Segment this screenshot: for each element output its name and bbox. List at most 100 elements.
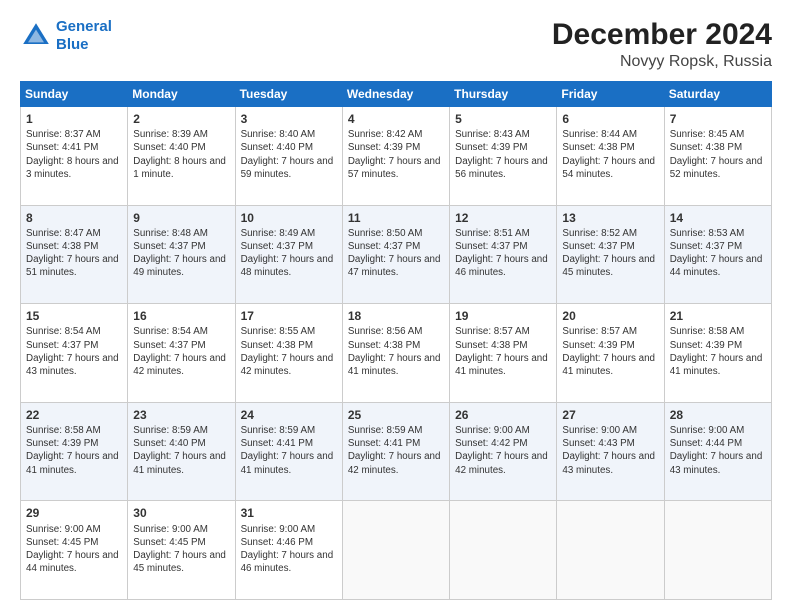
subtitle: Novyy Ropsk, Russia bbox=[552, 53, 772, 71]
calendar-cell: 8Sunrise: 8:47 AM Sunset: 4:38 PM Daylig… bbox=[21, 205, 128, 304]
day-number: 30 bbox=[133, 505, 229, 521]
day-number: 1 bbox=[26, 111, 122, 127]
day-number: 31 bbox=[241, 505, 337, 521]
title-block: December 2024 Novyy Ropsk, Russia bbox=[552, 18, 772, 71]
day-header-saturday: Saturday bbox=[664, 82, 771, 107]
calendar-week-row: 1Sunrise: 8:37 AM Sunset: 4:41 PM Daylig… bbox=[21, 107, 772, 206]
cell-details: Sunrise: 8:58 AM Sunset: 4:39 PM Dayligh… bbox=[26, 424, 122, 477]
calendar-cell: 9Sunrise: 8:48 AM Sunset: 4:37 PM Daylig… bbox=[128, 205, 235, 304]
day-header-wednesday: Wednesday bbox=[342, 82, 449, 107]
cell-details: Sunrise: 8:59 AM Sunset: 4:40 PM Dayligh… bbox=[133, 424, 229, 477]
day-number: 9 bbox=[133, 210, 229, 226]
day-number: 4 bbox=[348, 111, 444, 127]
cell-details: Sunrise: 8:59 AM Sunset: 4:41 PM Dayligh… bbox=[241, 424, 337, 477]
day-number: 6 bbox=[562, 111, 658, 127]
calendar-cell: 10Sunrise: 8:49 AM Sunset: 4:37 PM Dayli… bbox=[235, 205, 342, 304]
cell-details: Sunrise: 8:57 AM Sunset: 4:38 PM Dayligh… bbox=[455, 325, 551, 378]
day-number: 10 bbox=[241, 210, 337, 226]
logo-line2: Blue bbox=[56, 36, 89, 53]
page: General Blue December 2024 Novyy Ropsk, … bbox=[0, 0, 792, 612]
calendar-cell: 14Sunrise: 8:53 AM Sunset: 4:37 PM Dayli… bbox=[664, 205, 771, 304]
cell-details: Sunrise: 8:48 AM Sunset: 4:37 PM Dayligh… bbox=[133, 227, 229, 280]
calendar-cell: 1Sunrise: 8:37 AM Sunset: 4:41 PM Daylig… bbox=[21, 107, 128, 206]
calendar-cell: 11Sunrise: 8:50 AM Sunset: 4:37 PM Dayli… bbox=[342, 205, 449, 304]
calendar-cell: 26Sunrise: 9:00 AM Sunset: 4:42 PM Dayli… bbox=[450, 402, 557, 501]
day-number: 29 bbox=[26, 505, 122, 521]
day-number: 8 bbox=[26, 210, 122, 226]
cell-details: Sunrise: 8:58 AM Sunset: 4:39 PM Dayligh… bbox=[670, 325, 766, 378]
cell-details: Sunrise: 8:45 AM Sunset: 4:38 PM Dayligh… bbox=[670, 128, 766, 181]
calendar-cell: 28Sunrise: 9:00 AM Sunset: 4:44 PM Dayli… bbox=[664, 402, 771, 501]
calendar-cell: 19Sunrise: 8:57 AM Sunset: 4:38 PM Dayli… bbox=[450, 304, 557, 403]
header: General Blue December 2024 Novyy Ropsk, … bbox=[20, 18, 772, 71]
day-number: 16 bbox=[133, 308, 229, 324]
calendar-cell: 12Sunrise: 8:51 AM Sunset: 4:37 PM Dayli… bbox=[450, 205, 557, 304]
day-number: 15 bbox=[26, 308, 122, 324]
calendar-cell: 3Sunrise: 8:40 AM Sunset: 4:40 PM Daylig… bbox=[235, 107, 342, 206]
cell-details: Sunrise: 9:00 AM Sunset: 4:43 PM Dayligh… bbox=[562, 424, 658, 477]
day-number: 2 bbox=[133, 111, 229, 127]
calendar-cell: 30Sunrise: 9:00 AM Sunset: 4:45 PM Dayli… bbox=[128, 501, 235, 600]
cell-details: Sunrise: 8:37 AM Sunset: 4:41 PM Dayligh… bbox=[26, 128, 122, 181]
day-number: 20 bbox=[562, 308, 658, 324]
day-header-tuesday: Tuesday bbox=[235, 82, 342, 107]
calendar-header-row: SundayMondayTuesdayWednesdayThursdayFrid… bbox=[21, 82, 772, 107]
day-number: 22 bbox=[26, 407, 122, 423]
cell-details: Sunrise: 8:39 AM Sunset: 4:40 PM Dayligh… bbox=[133, 128, 229, 181]
day-number: 25 bbox=[348, 407, 444, 423]
calendar-week-row: 29 Sunrise: 9:00 AM Sunset: 4:45 PM Dayli… bbox=[21, 501, 772, 600]
calendar-cell: 6Sunrise: 8:44 AM Sunset: 4:38 PM Daylig… bbox=[557, 107, 664, 206]
calendar-table: SundayMondayTuesdayWednesdayThursdayFrid… bbox=[20, 81, 772, 600]
cell-details: Sunrise: 8:44 AM Sunset: 4:38 PM Dayligh… bbox=[562, 128, 658, 181]
calendar-cell: 23Sunrise: 8:59 AM Sunset: 4:40 PM Dayli… bbox=[128, 402, 235, 501]
cell-details: Sunrise: 8:54 AM Sunset: 4:37 PM Dayligh… bbox=[133, 325, 229, 378]
cell-details: Sunrise: 9:00 AM Sunset: 4:44 PM Dayligh… bbox=[670, 424, 766, 477]
main-title: December 2024 bbox=[552, 18, 772, 51]
calendar-cell: 4Sunrise: 8:42 AM Sunset: 4:39 PM Daylig… bbox=[342, 107, 449, 206]
calendar-cell bbox=[450, 501, 557, 600]
cell-details: Sunrise: 8:56 AM Sunset: 4:38 PM Dayligh… bbox=[348, 325, 444, 378]
cell-details: Sunrise: 8:55 AM Sunset: 4:38 PM Dayligh… bbox=[241, 325, 337, 378]
cell-details: Sunrise: 8:40 AM Sunset: 4:40 PM Dayligh… bbox=[241, 128, 337, 181]
calendar-cell: 16Sunrise: 8:54 AM Sunset: 4:37 PM Dayli… bbox=[128, 304, 235, 403]
calendar-cell: 2Sunrise: 8:39 AM Sunset: 4:40 PM Daylig… bbox=[128, 107, 235, 206]
day-number: 24 bbox=[241, 407, 337, 423]
day-header-thursday: Thursday bbox=[450, 82, 557, 107]
calendar-cell: 20Sunrise: 8:57 AM Sunset: 4:39 PM Dayli… bbox=[557, 304, 664, 403]
calendar-cell: 15Sunrise: 8:54 AM Sunset: 4:37 PM Dayli… bbox=[21, 304, 128, 403]
cell-details: Sunrise: 9:00 AM Sunset: 4:46 PM Dayligh… bbox=[241, 523, 337, 576]
day-number: 27 bbox=[562, 407, 658, 423]
calendar-cell: 25Sunrise: 8:59 AM Sunset: 4:41 PM Dayli… bbox=[342, 402, 449, 501]
cell-details: Sunrise: 8:54 AM Sunset: 4:37 PM Dayligh… bbox=[26, 325, 122, 378]
cell-details: Sunrise: 9:00 AM Sunset: 4:45 PM Dayligh… bbox=[26, 523, 122, 576]
calendar-week-row: 15Sunrise: 8:54 AM Sunset: 4:37 PM Dayli… bbox=[21, 304, 772, 403]
day-number: 19 bbox=[455, 308, 551, 324]
cell-details: Sunrise: 9:00 AM Sunset: 4:42 PM Dayligh… bbox=[455, 424, 551, 477]
logo-icon bbox=[20, 20, 52, 52]
cell-details: Sunrise: 8:59 AM Sunset: 4:41 PM Dayligh… bbox=[348, 424, 444, 477]
calendar-week-row: 8Sunrise: 8:47 AM Sunset: 4:38 PM Daylig… bbox=[21, 205, 772, 304]
calendar-cell: 31 Sunrise: 9:00 AM Sunset: 4:46 PM Dayli… bbox=[235, 501, 342, 600]
day-number: 5 bbox=[455, 111, 551, 127]
calendar-cell: 27Sunrise: 9:00 AM Sunset: 4:43 PM Dayli… bbox=[557, 402, 664, 501]
calendar-cell: 22Sunrise: 8:58 AM Sunset: 4:39 PM Dayli… bbox=[21, 402, 128, 501]
logo-line1: General bbox=[56, 18, 112, 35]
day-number: 3 bbox=[241, 111, 337, 127]
calendar-cell bbox=[664, 501, 771, 600]
logo: General Blue bbox=[20, 18, 112, 54]
day-number: 23 bbox=[133, 407, 229, 423]
cell-details: Sunrise: 8:49 AM Sunset: 4:37 PM Dayligh… bbox=[241, 227, 337, 280]
cell-details: Sunrise: 8:53 AM Sunset: 4:37 PM Dayligh… bbox=[670, 227, 766, 280]
calendar-cell: 13Sunrise: 8:52 AM Sunset: 4:37 PM Dayli… bbox=[557, 205, 664, 304]
day-number: 21 bbox=[670, 308, 766, 324]
calendar-cell: 21Sunrise: 8:58 AM Sunset: 4:39 PM Dayli… bbox=[664, 304, 771, 403]
cell-details: Sunrise: 8:43 AM Sunset: 4:39 PM Dayligh… bbox=[455, 128, 551, 181]
calendar-cell: 5Sunrise: 8:43 AM Sunset: 4:39 PM Daylig… bbox=[450, 107, 557, 206]
calendar-cell: 7Sunrise: 8:45 AM Sunset: 4:38 PM Daylig… bbox=[664, 107, 771, 206]
day-header-friday: Friday bbox=[557, 82, 664, 107]
day-number: 7 bbox=[670, 111, 766, 127]
day-number: 28 bbox=[670, 407, 766, 423]
calendar-cell: 24Sunrise: 8:59 AM Sunset: 4:41 PM Dayli… bbox=[235, 402, 342, 501]
day-number: 26 bbox=[455, 407, 551, 423]
cell-details: Sunrise: 8:51 AM Sunset: 4:37 PM Dayligh… bbox=[455, 227, 551, 280]
